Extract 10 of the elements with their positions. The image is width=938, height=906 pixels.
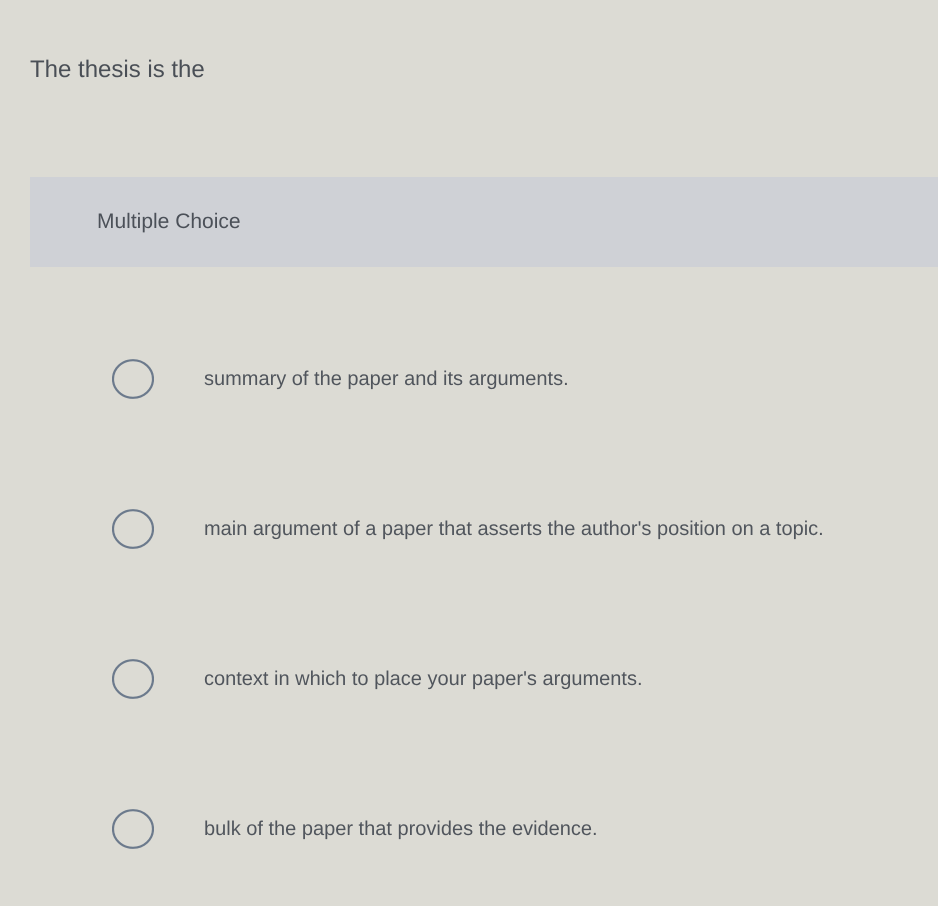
option-text[interactable]: bulk of the paper that provides the evidence. [204,814,598,844]
option-text[interactable]: summary of the paper and its arguments. [204,364,569,394]
radio-button[interactable] [112,508,154,549]
option-text[interactable]: main argument of a paper that asserts the author's position on a topic. [204,514,824,544]
option-text[interactable]: context in which to place your paper's arguments. [204,664,642,694]
section-title: Multiple Choice [97,209,241,236]
question-text: The thesis is the [30,56,206,85]
radio-button[interactable] [112,808,154,849]
radio-button[interactable] [112,658,154,699]
radio-button[interactable] [112,358,154,399]
